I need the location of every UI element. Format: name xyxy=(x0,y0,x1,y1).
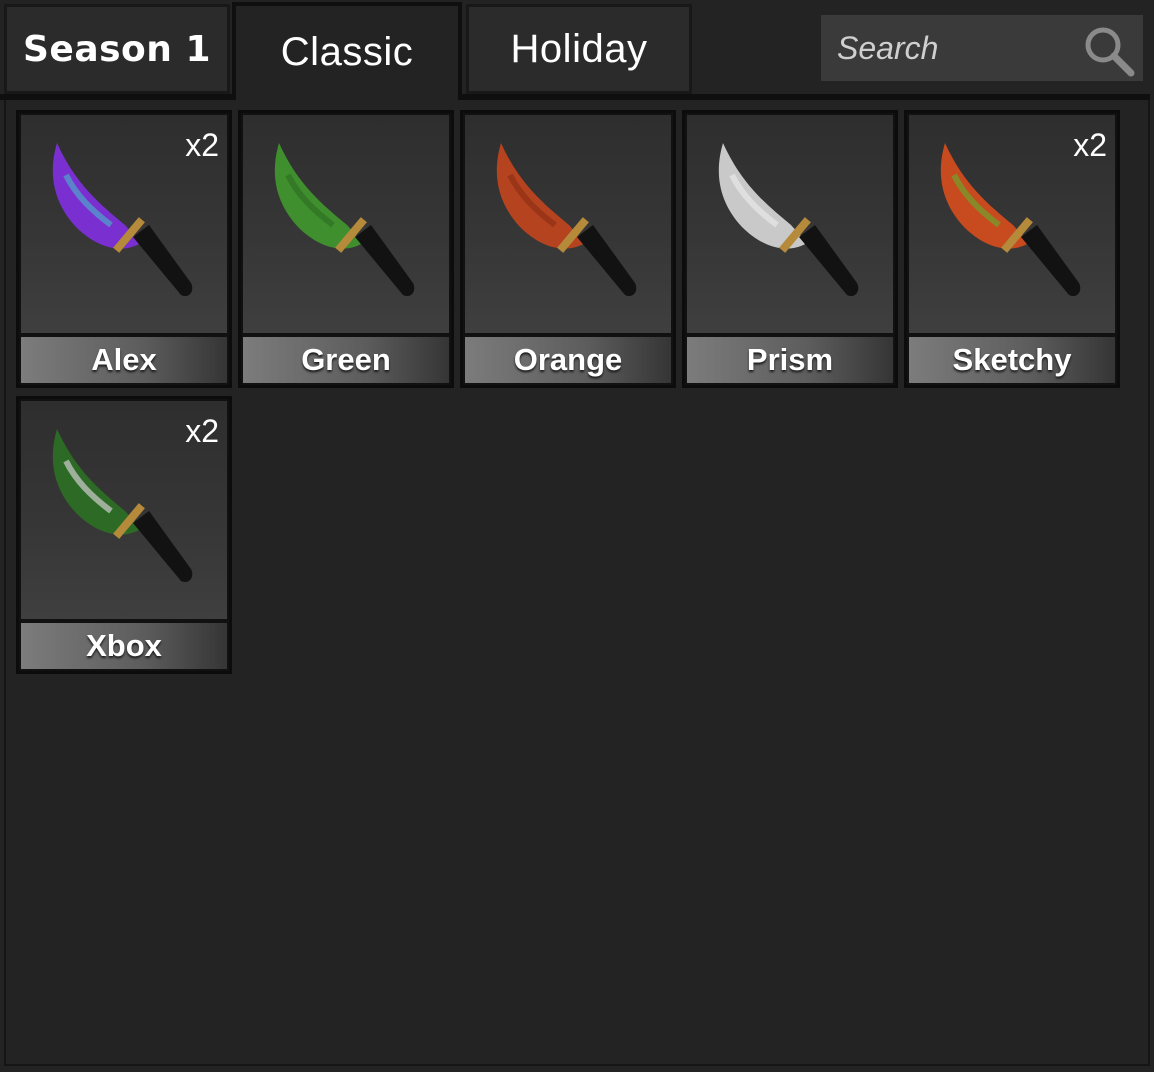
inventory-window: Season 1 Holiday Classic x2 Alex Green Oran… xyxy=(0,0,1154,1072)
search-input[interactable] xyxy=(821,17,1089,79)
item-name: Green xyxy=(243,337,449,383)
item-card[interactable]: x2 Alex xyxy=(16,110,232,388)
tab-label: Season 1 xyxy=(22,28,211,70)
item-name: Prism xyxy=(687,337,893,383)
tab-holiday[interactable]: Holiday xyxy=(466,4,692,94)
search-icon[interactable] xyxy=(1081,23,1135,77)
item-card[interactable]: Prism xyxy=(682,110,898,388)
item-name: Orange xyxy=(465,337,671,383)
item-card[interactable]: Orange xyxy=(460,110,676,388)
item-thumbnail xyxy=(687,115,893,333)
item-card[interactable]: x2 Xbox xyxy=(16,396,232,674)
tab-bar: Season 1 Holiday Classic xyxy=(0,0,1154,100)
knife-icon xyxy=(274,143,415,297)
item-count: x2 xyxy=(185,413,219,449)
item-card[interactable]: x2 Sketchy xyxy=(904,110,1120,388)
item-grid: x2 Alex Green Orange Prism x2 Sketchy x2 Xbox xyxy=(4,100,1150,1066)
tab-season-1[interactable]: Season 1 xyxy=(4,4,230,94)
item-name: Sketchy xyxy=(909,337,1115,383)
item-name: Xbox xyxy=(21,623,227,669)
item-thumbnail xyxy=(243,115,449,333)
tab-label: Holiday xyxy=(510,26,648,71)
item-card[interactable]: Green xyxy=(238,110,454,388)
item-thumbnail xyxy=(465,115,671,333)
search-box xyxy=(821,15,1143,81)
knife-icon xyxy=(496,143,637,297)
tab-classic[interactable]: Classic xyxy=(232,2,462,98)
item-count: x2 xyxy=(1073,127,1107,163)
knife-icon xyxy=(718,143,859,297)
tab-label: Classic xyxy=(280,29,414,74)
item-count: x2 xyxy=(185,127,219,163)
item-name: Alex xyxy=(21,337,227,383)
